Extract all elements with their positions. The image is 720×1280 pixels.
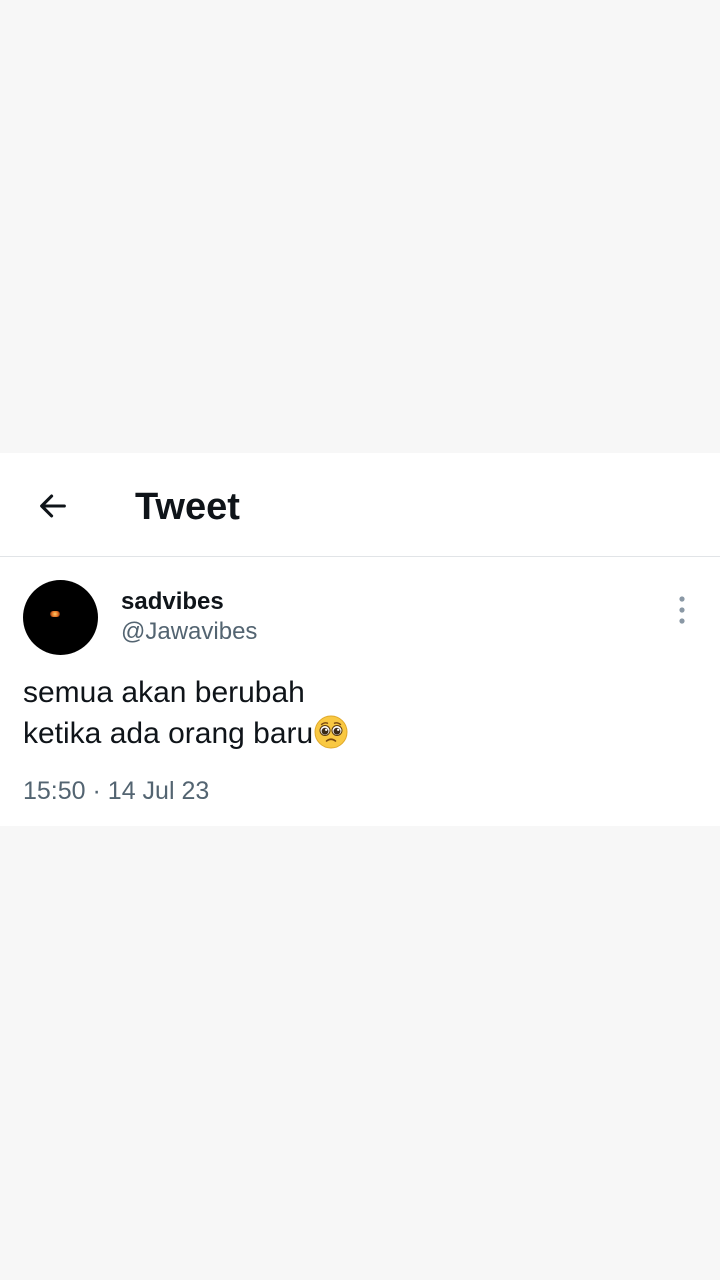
more-options-button[interactable] (668, 593, 696, 627)
tweet-date: 14 Jul 23 (107, 777, 210, 805)
page-title: Tweet (135, 486, 240, 528)
tweet-text: semua akan berubah ketika ada orang baru (23, 672, 683, 760)
pleading-face-emoji (314, 715, 348, 760)
author-handle[interactable]: @Jawavibes (121, 617, 257, 647)
avatar-image-detail (50, 611, 60, 617)
tweet-text-line-content: ketika ada orang baru (23, 717, 314, 750)
tweet-card: Tweet sadvibes @Jawavibes semua akan ber… (0, 453, 720, 826)
tweet-time: 15:50 (23, 777, 86, 805)
meta-separator: · (92, 777, 101, 805)
tweet-timestamp[interactable]: 15:50 · 14 Jul 23 (23, 775, 209, 807)
author-display-name[interactable]: sadvibes (121, 587, 224, 617)
avatar[interactable] (23, 580, 98, 655)
tweet-text-line: semua akan berubah (23, 676, 305, 709)
top-bar: Tweet (0, 453, 720, 557)
arrow-left-icon (40, 494, 66, 518)
more-vertical-icon (679, 596, 685, 624)
back-button[interactable] (30, 483, 76, 529)
tweet-text-line: ketika ada orang baru (23, 713, 683, 760)
